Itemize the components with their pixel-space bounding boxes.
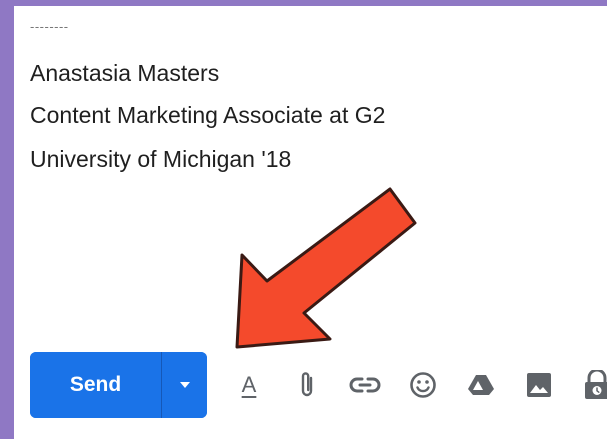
signature-separator: -------- [30, 19, 69, 34]
red-arrow-annotation [235, 187, 417, 349]
caret-down-icon [179, 382, 190, 388]
compose-window: -------- Anastasia Masters Content Marke… [14, 6, 607, 439]
attach-file-icon [301, 372, 313, 397]
signature-school: University of Michigan '18 [30, 146, 292, 172]
google-drive-button[interactable] [461, 365, 501, 405]
confidential-mode-button[interactable] [577, 365, 607, 405]
confidential-mode-icon [585, 370, 607, 399]
insert-photo-icon [527, 373, 551, 397]
insert-emoji-button[interactable] [403, 365, 443, 405]
formatting-options-button[interactable]: A [229, 365, 269, 405]
formatting-options-icon: A [241, 372, 257, 397]
send-button[interactable]: Send [30, 352, 161, 418]
insert-link-button[interactable] [345, 365, 385, 405]
insert-photo-button[interactable] [519, 365, 559, 405]
signature-name: Anastasia Masters [30, 60, 220, 86]
insert-emoji-icon [410, 372, 436, 398]
send-button-group: Send [30, 352, 207, 418]
google-drive-icon [468, 375, 494, 395]
compose-toolbar: Send A [30, 352, 607, 418]
insert-link-icon [349, 377, 381, 393]
more-send-options-button[interactable] [162, 352, 207, 418]
attach-file-button[interactable] [287, 365, 327, 405]
signature-title: Content Marketing Associate at G2 [30, 102, 386, 128]
